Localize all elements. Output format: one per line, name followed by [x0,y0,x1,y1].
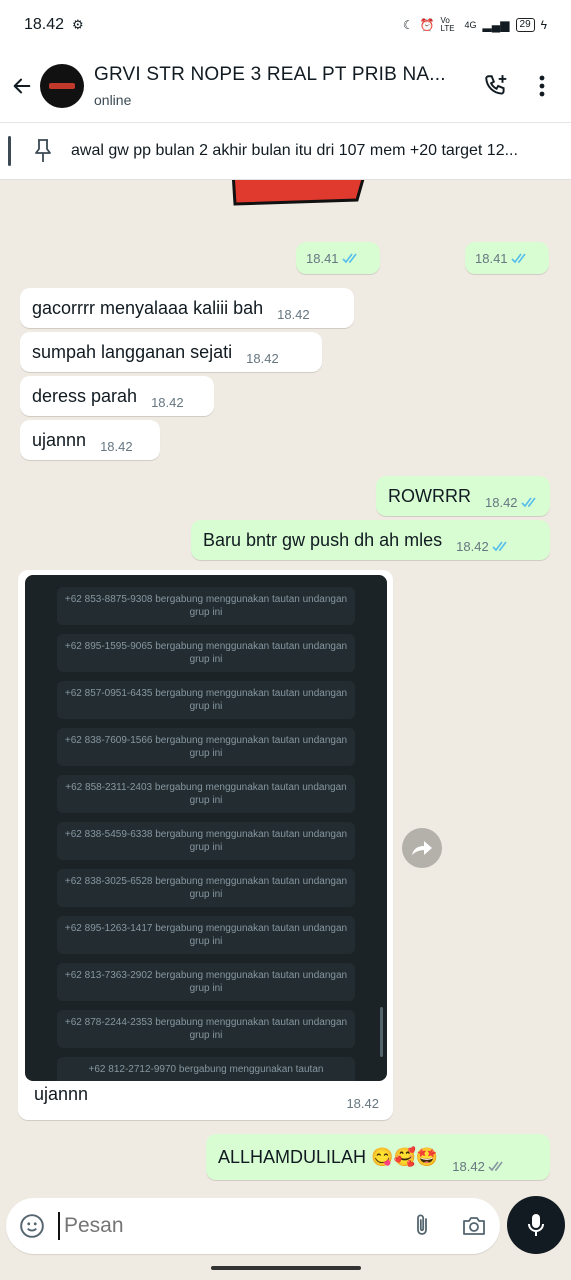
system-line: +62 895-1263-1417 bergabung menggunakan … [57,916,355,954]
system-line: +62 812-2712-9970 bergabung menggunakan … [57,1057,355,1081]
message-time: 18.42 [100,438,133,454]
message-text: ALLHAMDULILAH 😋🥰🤩 [218,1146,439,1167]
system-line: +62 895-1595-9065 bergabung menggunakan … [57,634,355,672]
read-tick-icon [510,253,526,263]
gesture-nav-bar[interactable] [211,1266,361,1270]
chat-title-block[interactable]: GRVI STR NOPE 3 REAL PT PRIB NA... onlin… [94,64,473,108]
message-text: deress parah [32,385,138,406]
message-outgoing-time-only[interactable]: 18.41 [296,242,380,274]
message-text: ujannn [32,429,87,450]
image-caption: ujannn [34,1084,89,1104]
system-line: +62 813-7363-2902 bergabung menggunakan … [57,963,355,1001]
message-meta: 18.41 [475,251,529,266]
message-input[interactable] [58,1212,396,1240]
chat-header: GRVI STR NOPE 3 REAL PT PRIB NA... onlin… [0,50,571,122]
status-time: 18.42 [24,16,65,33]
message-time: 18.42 [246,350,279,366]
group-avatar[interactable] [40,64,84,108]
status-right: ☾ ⏰ Vo LTE 4G ▂▄▆ 29 ϟ [403,17,547,33]
add-call-button[interactable] [473,63,519,109]
moon-icon: ☾ [402,18,414,32]
settings-icon: ⚙ [72,17,84,32]
screenshot-image[interactable]: +62 853-8875-9308 bergabung menggunakan … [25,575,387,1081]
status-bar: 18.42 ⚙ ☾ ⏰ Vo LTE 4G ▂▄▆ 29 ϟ [0,0,571,50]
image-time: 18.42 [346,1096,379,1111]
message-outgoing[interactable]: ROWRRR 18.42 [376,476,550,516]
read-tick-icon [492,541,507,551]
message-text: Baru bntr gw push dh ah mles [203,529,443,550]
attach-button[interactable] [396,1213,448,1239]
chat-area: 18.41 18.41 gacorrrr menyalaaa kaliii ba… [0,180,571,1196]
back-button[interactable] [4,50,40,122]
message-meta: 18.42 [485,495,539,510]
more-vert-icon [539,75,545,97]
image-message[interactable]: +62 853-8875-9308 bergabung menggunakan … [18,570,393,1120]
message-outgoing[interactable]: ALLHAMDULILAH 😋🥰🤩 18.42 [206,1134,550,1180]
message-time: 18.42 [277,306,310,322]
message-meta: 18.42 [452,1159,506,1174]
pinned-text: awal gw pp bulan 2 akhir bulan itu dri 1… [71,142,518,159]
phone-plus-icon [485,75,507,95]
pinned-message-bar[interactable]: awal gw pp bulan 2 akhir bulan itu dri 1… [0,122,571,180]
system-line: +62 857-0951-6435 bergabung menggunakan … [57,681,355,719]
emoji-button[interactable] [6,1213,58,1239]
read-tick-icon [341,253,357,263]
charging-icon: ϟ [540,18,547,32]
camera-icon [463,1217,485,1235]
message-time: 18.42 [151,394,184,410]
system-line: +62 878-2244-2353 bergabung menggunakan … [57,1010,355,1048]
system-line: +62 838-5459-6338 bergabung menggunakan … [57,822,355,860]
message-incoming[interactable]: deress parah 18.42 [20,376,214,416]
network-label: 4G [464,20,477,30]
forward-button[interactable] [402,828,442,868]
message-incoming[interactable]: gacorrrr menyalaaa kaliii bah 18.42 [20,288,354,328]
chat-title: GRVI STR NOPE 3 REAL PT PRIB NA... [94,64,446,85]
pin-icon [23,138,63,164]
forward-icon [412,841,432,855]
message-text: gacorrrr menyalaaa kaliii bah [32,297,264,318]
read-tick-icon [520,497,536,507]
back-arrow-icon [13,78,31,94]
menu-button[interactable] [519,63,565,109]
message-incoming[interactable]: sumpah langganan sejati 18.42 [20,332,322,372]
system-line: +62 858-2311-2403 bergabung menggunakan … [57,775,355,813]
voice-record-button[interactable] [507,1196,565,1254]
message-text: ROWRRR [388,485,471,506]
message-composer [6,1198,500,1254]
sticker-emoji-icon [20,1214,44,1238]
system-line: +62 853-8875-9308 bergabung menggunakan … [57,587,355,625]
mic-icon [528,1214,544,1236]
delivered-tick-icon [488,1161,503,1171]
paperclip-icon [417,1214,427,1235]
camera-button[interactable] [448,1214,500,1238]
image-scrollbar [380,1007,383,1057]
message-text: sumpah langganan sejati [32,341,233,362]
message-incoming[interactable]: ujannn 18.42 [20,420,160,460]
volte-label: Vo LTE [440,16,455,33]
message-outgoing-time-only[interactable]: 18.41 [465,242,549,274]
message-outgoing[interactable]: Baru bntr gw push dh ah mles 18.42 [191,520,550,560]
system-line: +62 838-3025-6528 bergabung menggunakan … [57,869,355,907]
message-meta: 18.42 [456,539,510,554]
chat-subtitle: online [94,92,132,108]
signal-icon: ▂▄▆ [482,18,510,32]
alarm-icon: ⏰ [419,18,435,32]
pin-indicator [8,136,11,166]
sticker-fragment [231,180,365,206]
system-line: +62 838-7609-1566 bergabung menggunakan … [57,728,355,766]
battery-level: 29 [515,18,535,32]
message-meta: 18.41 [306,251,360,266]
